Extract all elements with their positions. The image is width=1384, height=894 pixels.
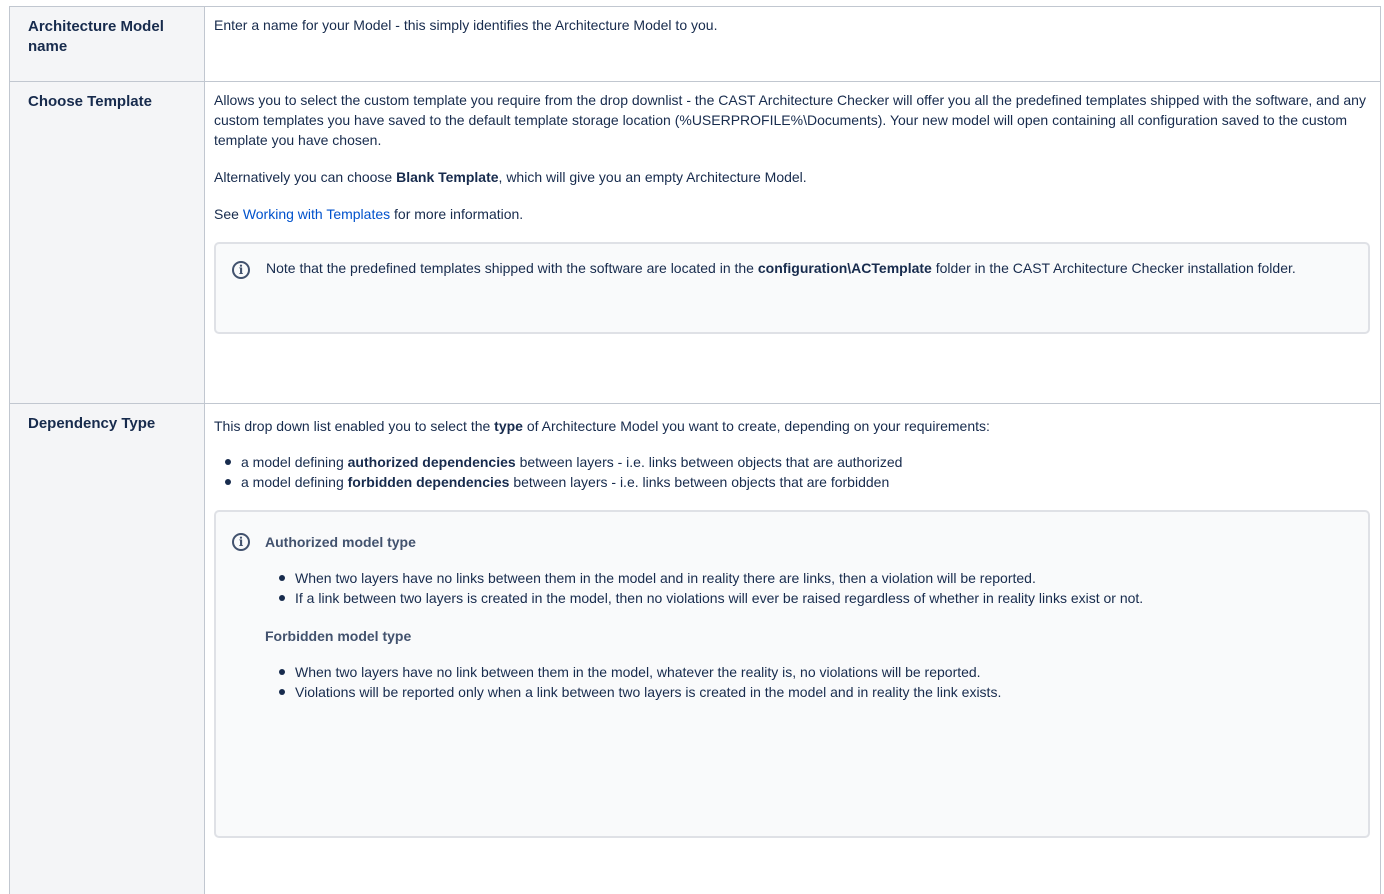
row-header: Dependency Type <box>9 403 205 894</box>
row-header: Choose Template <box>9 81 205 404</box>
working-with-templates-link[interactable]: Working with Templates <box>243 206 390 222</box>
list-item: If a link between two layers is created … <box>279 588 1348 608</box>
list-item: a model defining authorized dependencies… <box>225 452 1370 472</box>
forbidden-title: Forbidden model type <box>265 628 412 644</box>
forbidden-list: When two layers have no link between the… <box>265 662 1348 702</box>
info-icon: i <box>232 261 250 279</box>
template-description: Allows you to select the custom template… <box>214 92 1366 148</box>
model-types-panel: i Authorized model type When two layers … <box>214 510 1370 838</box>
list-item: Violations will be reported only when a … <box>279 682 1348 702</box>
authorized-title: Authorized model type <box>265 534 416 550</box>
dependency-bullets: a model defining authorized dependencies… <box>214 452 1370 492</box>
table-row: Dependency Type This drop down list enab… <box>9 403 1381 894</box>
table-row: Architecture Model name Enter a name for… <box>9 6 1381 82</box>
row-content: Allows you to select the custom template… <box>204 81 1381 404</box>
dependency-intro: This drop down list enabled you to selec… <box>214 418 990 434</box>
list-item: a model defining forbidden dependencies … <box>225 472 1370 492</box>
options-table: Architecture Model name Enter a name for… <box>9 6 1381 894</box>
row-content: This drop down list enabled you to selec… <box>204 403 1381 894</box>
authorized-list: When two layers have no links between th… <box>265 568 1348 608</box>
page: Architecture Model name Enter a name for… <box>0 0 1384 894</box>
blank-template-paragraph: Alternatively you can choose Blank Templ… <box>214 169 807 185</box>
model-name-description: Enter a name for your Model - this simpl… <box>214 17 718 33</box>
note-text: Note that the predefined templates shipp… <box>266 260 1296 276</box>
row-content: Enter a name for your Model - this simpl… <box>204 6 1381 82</box>
row-header: Architecture Model name <box>9 6 205 82</box>
list-item: When two layers have no link between the… <box>279 662 1348 682</box>
list-item: When two layers have no links between th… <box>279 568 1348 588</box>
info-icon: i <box>232 533 250 551</box>
blank-template-label: Blank Template <box>396 169 499 185</box>
see-also-paragraph: See Working with Templates for more info… <box>214 206 524 222</box>
info-note-panel: i Note that the predefined templates shi… <box>214 242 1370 334</box>
table-row: Choose Template Allows you to select the… <box>9 81 1381 404</box>
